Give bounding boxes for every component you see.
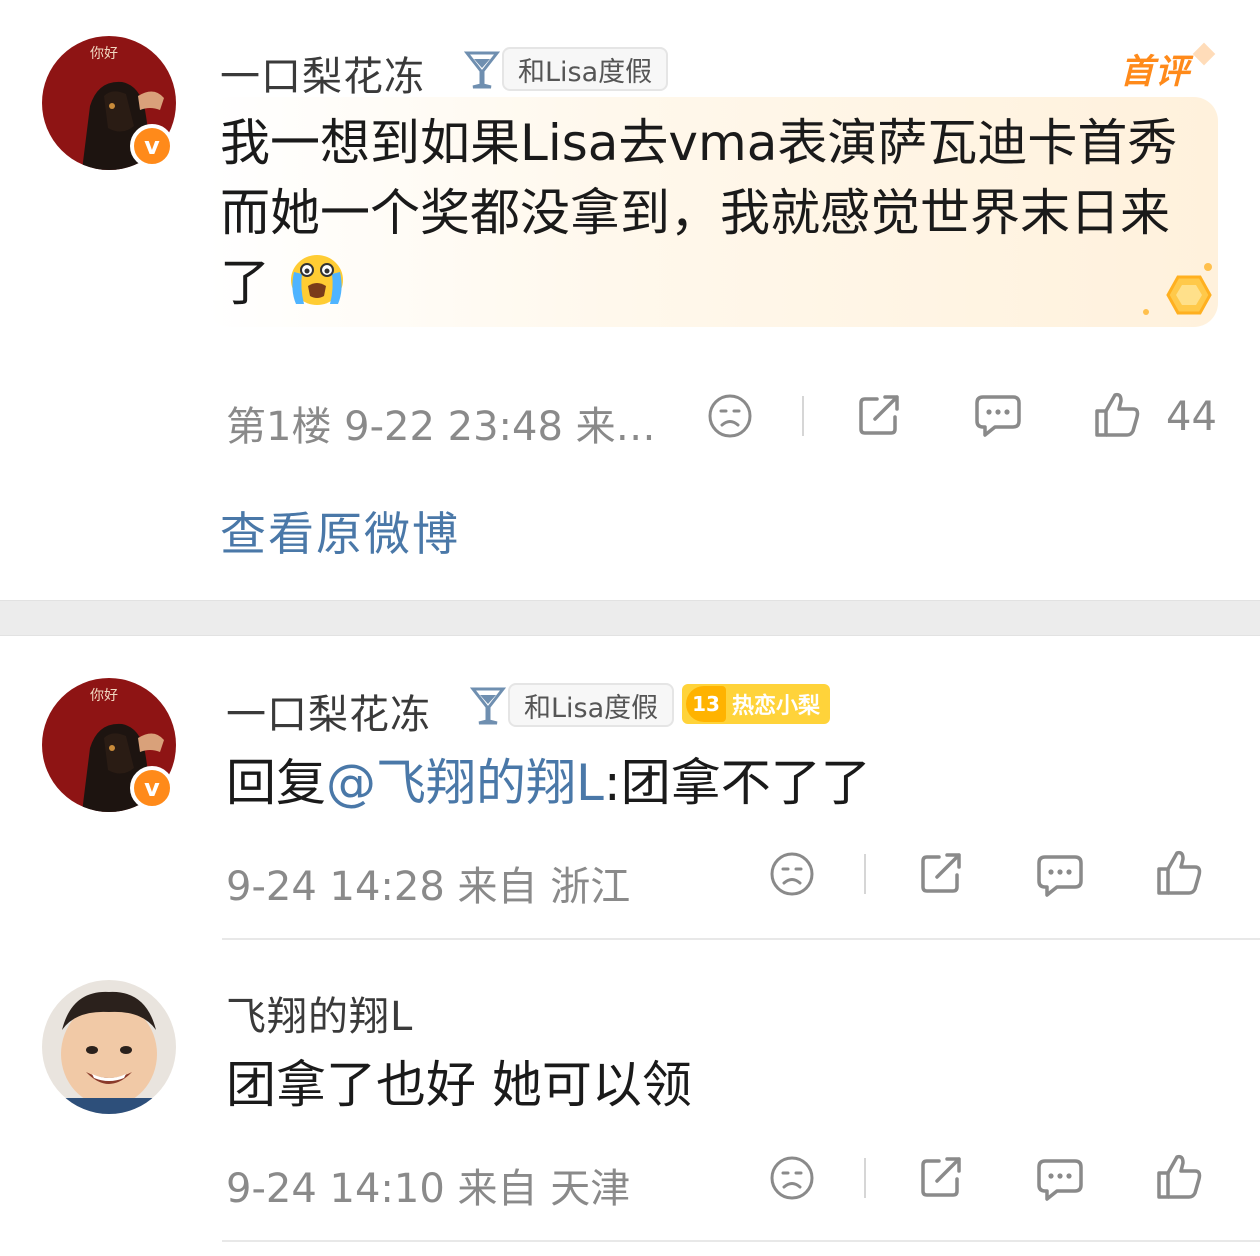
user-tag[interactable]: 和Lisa度假 (462, 46, 669, 92)
fan-level-badge[interactable]: 13 热恋小梨 (682, 684, 831, 724)
reply-divider (222, 938, 1260, 940)
section-separator (0, 600, 1260, 636)
frown-icon[interactable] (706, 392, 754, 440)
thumbs-up-icon[interactable] (1154, 1150, 1204, 1202)
cocktail-glass-icon (462, 46, 502, 92)
username[interactable]: 一口梨花冻 (220, 44, 425, 102)
frown-icon[interactable] (768, 1154, 816, 1202)
svg-text:你好: 你好 (90, 46, 118, 62)
crying-face-emoji (290, 255, 343, 305)
action-divider (864, 1158, 866, 1198)
first-comment-badge: 首评 (1120, 44, 1190, 93)
avatar-image (42, 980, 176, 1114)
action-divider (802, 396, 804, 436)
mention-link[interactable]: @飞翔的翔L (326, 754, 604, 812)
user-tag-label: 和Lisa度假 (508, 683, 675, 727)
comment-text: 我一想到如果Lisa去vma表演萨瓦迪卡首秀而她一个奖都没拿到，我就感觉世界末日… (220, 114, 1178, 312)
thumbs-up-icon[interactable] (1092, 388, 1142, 440)
fan-badge-label: 热恋小梨 (732, 694, 821, 719)
verified-v-icon: v (130, 766, 174, 810)
comment-icon[interactable] (1034, 850, 1086, 900)
reply-meta: 9-24 14:28 来自 浙江 (226, 864, 631, 910)
comment-meta: 第1楼 9-22 23:48 来… (226, 404, 656, 450)
action-divider (864, 854, 866, 894)
comment-icon[interactable] (1034, 1154, 1086, 1204)
share-icon[interactable] (916, 848, 966, 898)
reply-text: 回复@飞翔的翔L:团拿不了了 (226, 754, 871, 812)
thumbs-up-icon[interactable] (1154, 846, 1204, 898)
verified-v-icon: v (130, 124, 174, 168)
username[interactable]: 一口梨花冻 (226, 682, 431, 740)
svg-text:你好: 你好 (90, 688, 118, 704)
avatar[interactable]: 你好 v (42, 36, 176, 170)
like-count: 44 (1166, 394, 1217, 440)
share-icon[interactable] (916, 1152, 966, 1202)
avatar[interactable] (42, 980, 176, 1114)
comment-icon[interactable] (972, 390, 1024, 440)
main-comment: 你好 v 一口梨花冻 和Lisa度假 首评 我一想到如果Lisa去vma表演萨瓦… (0, 0, 1260, 600)
user-tag-label: 和Lisa度假 (502, 47, 669, 91)
reply-text: 团拿了也好 她可以领 (226, 1056, 692, 1114)
reply-divider (222, 1240, 1260, 1242)
user-tag[interactable]: 和Lisa度假 (468, 682, 675, 728)
cocktail-glass-icon (468, 682, 508, 728)
avatar[interactable]: 你好 v (42, 678, 176, 812)
fan-level-number: 13 (686, 686, 726, 722)
view-original-link[interactable]: 查看原微博 (220, 498, 460, 564)
frown-icon[interactable] (768, 850, 816, 898)
username[interactable]: 飞翔的翔L (226, 984, 413, 1042)
share-icon[interactable] (854, 390, 904, 440)
reply-meta: 9-24 14:10 来自 天津 (226, 1166, 631, 1212)
